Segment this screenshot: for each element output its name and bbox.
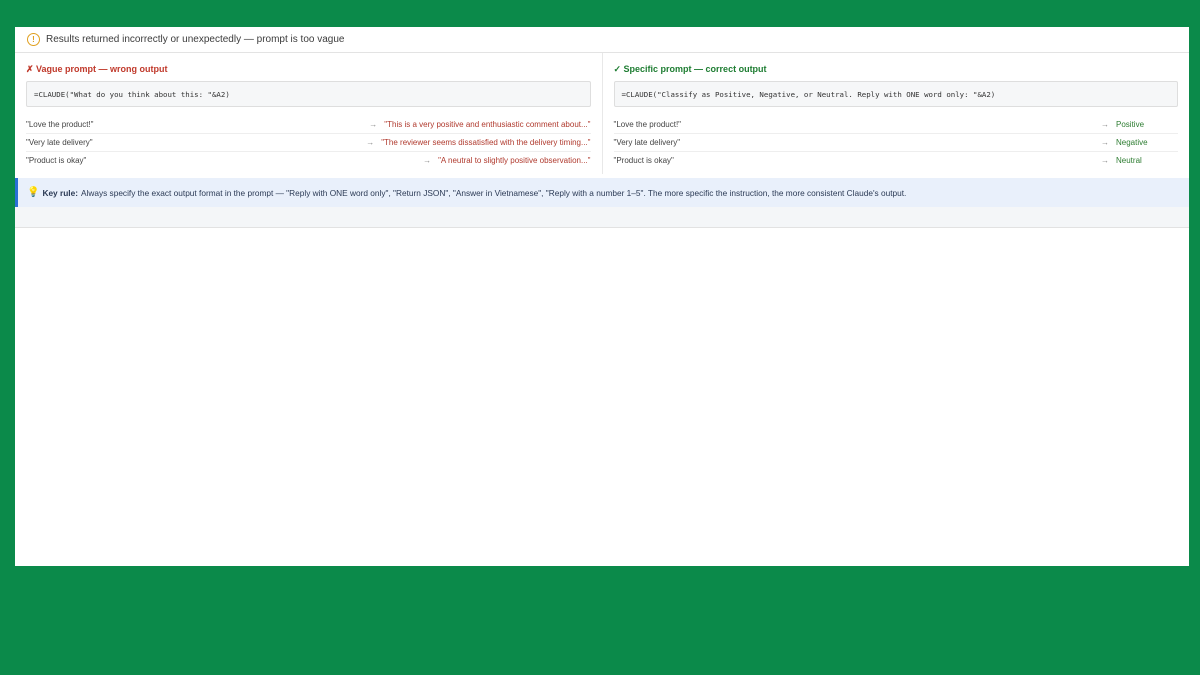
key-rule-callout: 💡 Key rule: Always specify the exact out… <box>15 178 1189 207</box>
vague-prompt-formula: =CLAUDE("What do you think about this: "… <box>26 81 591 107</box>
warning-header: ! Results returned incorrectly or unexpe… <box>15 27 1189 53</box>
result-row: "Product is okay" → Neutral <box>614 152 1179 169</box>
arrow-right-icon: → <box>1101 120 1109 129</box>
arrow-right-icon: → <box>369 120 378 129</box>
vague-prompt-panel: ✗ Vague prompt — wrong output =CLAUDE("W… <box>15 53 603 174</box>
result-output: "A neutral to slightly positive observat… <box>438 156 591 165</box>
content-card: ! Results returned incorrectly or unexpe… <box>15 27 1189 566</box>
result-row: "Product is okay" → "A neutral to slight… <box>26 152 591 169</box>
key-rule-label: Key rule: <box>42 187 78 198</box>
footer-strip <box>15 207 1189 228</box>
specific-prompt-panel: ✓ Specific prompt — correct output =CLAU… <box>603 53 1190 174</box>
result-row: "Love the product!" → "This is a very po… <box>26 116 591 134</box>
specific-prompt-title: ✓ Specific prompt — correct output <box>613 64 767 74</box>
result-input: "Product is okay" <box>26 156 87 165</box>
arrow-right-icon: → <box>423 156 432 165</box>
specific-results-list: "Love the product!" → Positive "Very lat… <box>613 116 1179 169</box>
lightbulb-icon: 💡 <box>27 187 40 198</box>
result-output: "This is a very positive and enthusiasti… <box>384 120 591 129</box>
result-row: "Very late delivery" → "The reviewer see… <box>26 134 591 152</box>
comparison-panels: ✗ Vague prompt — wrong output =CLAUDE("W… <box>15 53 1189 174</box>
result-input: "Product is okay" <box>613 156 674 165</box>
specific-prompt-formula: =CLAUDE("Classify as Positive, Negative,… <box>613 81 1178 107</box>
key-rule-text: Always specify the exact output format i… <box>80 187 907 198</box>
result-row: "Love the product!" → Positive <box>613 116 1178 134</box>
result-input: "Very late delivery" <box>26 138 93 147</box>
arrow-right-icon: → <box>366 138 375 147</box>
arrow-right-icon: → <box>1101 156 1109 165</box>
result-input: "Very late delivery" <box>613 138 681 147</box>
result-input: "Love the product!" <box>26 120 94 129</box>
vague-prompt-title: ✗ Vague prompt — wrong output <box>26 64 168 74</box>
vague-results-list: "Love the product!" → "This is a very po… <box>26 116 591 169</box>
result-output: Negative <box>1116 138 1148 147</box>
warning-circle-icon: ! <box>27 33 40 46</box>
result-row: "Very late delivery" → Negative <box>613 134 1178 152</box>
arrow-right-icon: → <box>1101 138 1109 147</box>
result-output: Positive <box>1116 120 1145 129</box>
warning-header-text: Results returned incorrectly or unexpect… <box>46 34 345 45</box>
result-input: "Love the product!" <box>613 120 682 129</box>
result-output: "The reviewer seems dissatisfied with th… <box>381 138 591 147</box>
result-output: Neutral <box>1116 156 1142 165</box>
